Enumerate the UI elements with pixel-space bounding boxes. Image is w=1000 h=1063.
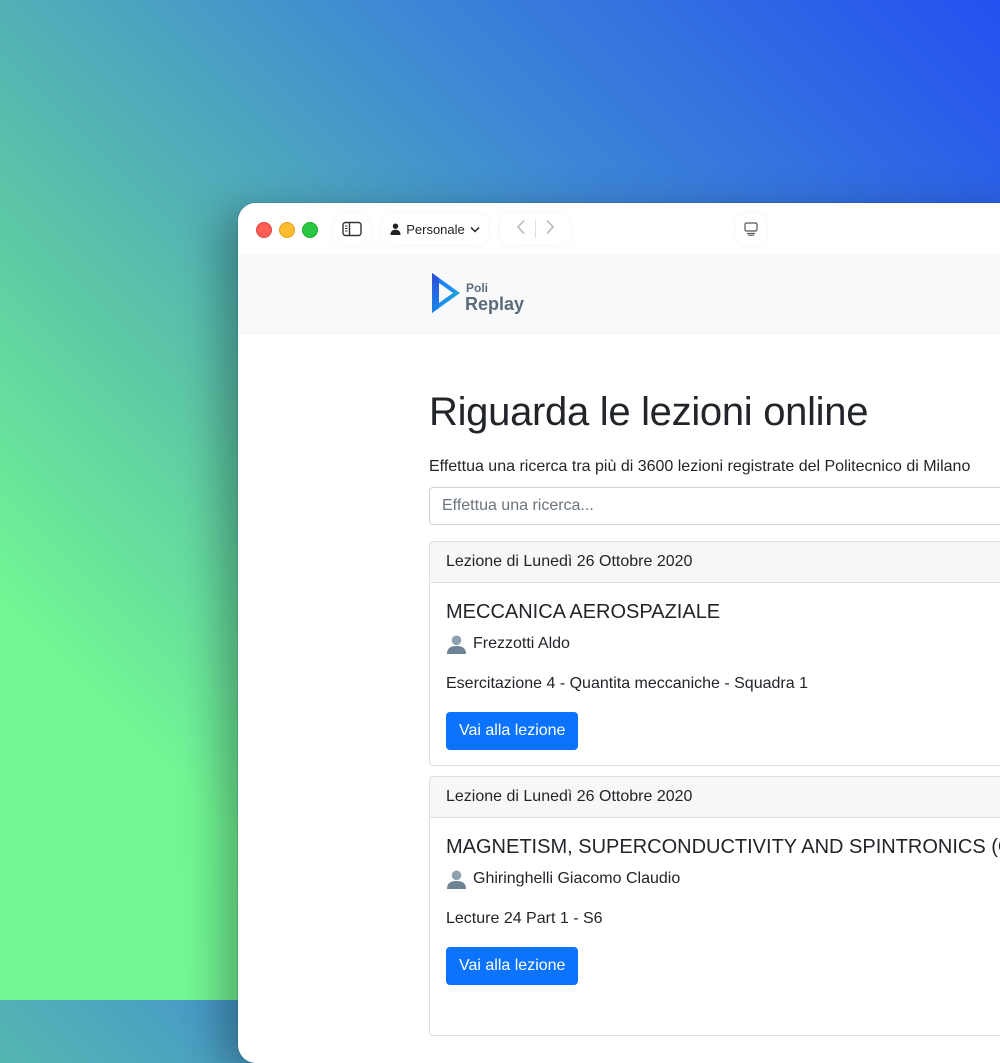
search-input[interactable]	[429, 487, 1000, 525]
sidebar-toggle-button[interactable]	[334, 213, 370, 245]
tab-overview-button[interactable]	[736, 213, 766, 245]
chevron-right-icon	[545, 219, 554, 234]
poli-replay-logo[interactable]: Poli Replay	[429, 269, 539, 319]
go-to-lesson-button[interactable]: Vai alla lezione	[446, 712, 579, 750]
lesson-title: Lecture 24 Part 1 - S6	[446, 910, 603, 927]
site-navbar: Poli Replay	[238, 255, 1000, 334]
lesson-date-header: Lezione di Lunedì 26 Ottobre 2020	[430, 542, 1000, 583]
chevron-down-icon	[470, 226, 480, 233]
page-subtitle: Effettua una ricerca tra più di 3600 lez…	[429, 458, 971, 475]
minimize-window-button[interactable]	[279, 222, 295, 238]
play-logo-icon	[432, 273, 460, 313]
course-title: MAGNETISM, SUPERCONDUCTIVITY AND SPINTRO…	[446, 836, 1000, 858]
brand-line-2: Replay	[465, 294, 525, 314]
teacher-name: Ghiringhelli Giacomo Claudio	[473, 870, 681, 887]
nav-divider	[534, 220, 536, 238]
forward-button[interactable]	[545, 219, 555, 240]
tab-overview-icon	[744, 222, 758, 236]
teacher-name: Frezzotti Aldo	[473, 635, 570, 652]
page-title: Riguarda le lezioni online	[429, 390, 869, 434]
lesson-title: Esercitazione 4 - Quantita meccaniche - …	[446, 675, 808, 692]
browser-window: Personale Poli Replay Riguarda le lezion…	[238, 203, 1000, 1063]
teacher-icon	[447, 635, 466, 654]
course-title: MECCANICA AEROSPAZIALE	[446, 601, 721, 623]
brand-line-1: Poli	[466, 281, 489, 295]
chevron-left-icon	[516, 219, 525, 234]
close-window-button[interactable]	[256, 222, 272, 238]
person-icon	[390, 223, 401, 235]
lesson-card: Lezione di Lunedì 26 Ottobre 2020 MECCAN…	[429, 541, 1000, 766]
navigation-buttons	[500, 213, 570, 245]
profile-label: Personale	[406, 221, 465, 237]
lesson-card: Lezione di Lunedì 26 Ottobre 2020 MAGNET…	[429, 776, 1000, 1036]
profile-menu-button[interactable]: Personale	[382, 213, 488, 245]
zoom-window-button[interactable]	[302, 222, 318, 238]
browser-toolbar: Personale	[238, 203, 1000, 255]
go-to-lesson-button[interactable]: Vai alla lezione	[446, 947, 579, 985]
teacher-icon	[447, 870, 466, 889]
back-button[interactable]	[516, 219, 526, 240]
teacher-row: Ghiringhelli Giacomo Claudio	[446, 869, 680, 889]
lesson-date-header: Lezione di Lunedì 26 Ottobre 2020	[430, 777, 1000, 818]
teacher-row: Frezzotti Aldo	[446, 634, 570, 654]
sidebar-icon	[342, 221, 362, 237]
